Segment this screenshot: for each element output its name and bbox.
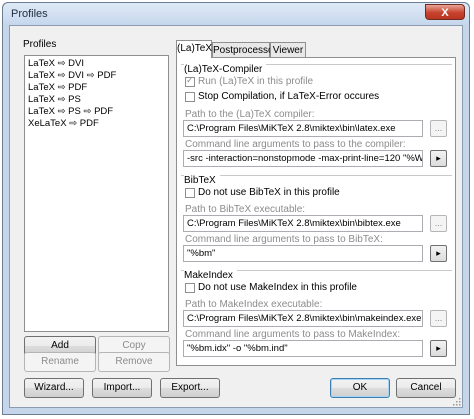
bibtex-path-label: Path to BibTeX executable: [185, 204, 306, 215]
run-latex-label: Run (La)TeX in this profile [198, 76, 314, 87]
latex-path-label: Path to the (La)TeX compiler: [185, 109, 315, 120]
makeindex-group: MakeIndex [181, 270, 452, 281]
latex-compiler-group: (La)TeX-Compiler [181, 64, 452, 75]
wizard-button[interactable]: Wizard... [24, 378, 84, 398]
list-item[interactable]: LaTeX ⇨ DVI ⇨ PDF [28, 70, 116, 81]
makeindex-path-label: Path to MakeIndex executable: [185, 299, 323, 310]
makeindex-browse-button[interactable]: ... [430, 310, 447, 327]
profiles-list[interactable]: LaTeX ⇨ DVI LaTeX ⇨ DVI ⇨ PDF LaTeX ⇨ PD… [24, 55, 169, 332]
latex-args-label: Command line arguments to pass to the co… [185, 139, 406, 150]
list-item[interactable]: LaTeX ⇨ PS ⇨ PDF [28, 106, 113, 117]
makeindex-path-field[interactable]: C:\Program Files\MiKTeX 2.8\miktex\bin\m… [183, 310, 423, 327]
stop-compilation-checkbox[interactable] [185, 92, 195, 102]
import-button[interactable]: Import... [92, 378, 152, 398]
bibtex-group: BibTeX [181, 175, 452, 186]
dialog-body: Profiles LaTeX ⇨ DVI LaTeX ⇨ DVI ⇨ PDF L… [9, 25, 463, 408]
window-title: Profiles [11, 8, 48, 20]
remove-button[interactable]: Remove [98, 352, 170, 372]
close-button[interactable]: X [425, 4, 465, 20]
latex-args-field[interactable]: -src -interaction=nonstopmode -max-print… [183, 150, 423, 167]
latex-args-menu-button[interactable]: ▸ [430, 150, 447, 167]
run-latex-checkbox[interactable] [185, 75, 195, 87]
makeindex-args-menu-button[interactable]: ▸ [430, 340, 447, 357]
no-bibtex-label: Do not use BibTeX in this profile [198, 187, 340, 198]
resize-grip-icon[interactable] [451, 396, 461, 406]
ok-button[interactable]: OK [330, 378, 390, 398]
group-title: MakeIndex [184, 270, 237, 281]
bibtex-browse-button[interactable]: ... [430, 215, 447, 232]
list-item[interactable]: XeLaTeX ⇨ PDF [28, 118, 99, 129]
no-bibtex-checkbox[interactable] [185, 188, 195, 198]
no-makeindex-checkbox[interactable] [185, 283, 195, 293]
bibtex-path-field[interactable]: C:\Program Files\MiKTeX 2.8\miktex\bin\b… [183, 215, 423, 232]
makeindex-args-field[interactable]: "%bm.idx" -o "%bm.ind" [183, 340, 423, 357]
title-bar[interactable]: Profiles X [3, 3, 469, 25]
bibtex-args-field[interactable]: "%bm" [183, 245, 423, 262]
group-title: (La)TeX-Compiler [184, 64, 267, 75]
tab-latex[interactable]: (La)TeX [176, 40, 212, 58]
bibtex-args-menu-button[interactable]: ▸ [430, 245, 447, 262]
tab-postprocessor[interactable]: Postprocessor [212, 42, 277, 58]
profiles-label: Profiles [23, 39, 57, 50]
no-makeindex-label: Do not use MakeIndex in this profile [198, 282, 357, 293]
latex-path-field[interactable]: C:\Program Files\MiKTeX 2.8\miktex\bin\l… [183, 120, 423, 137]
tab-viewer[interactable]: Viewer [270, 42, 306, 58]
cancel-button[interactable]: Cancel [396, 378, 456, 398]
list-item[interactable]: LaTeX ⇨ PS [28, 94, 81, 105]
group-title: BibTeX [184, 175, 220, 186]
export-button[interactable]: Export... [160, 378, 220, 398]
makeindex-args-label: Command line arguments to pass to MakeIn… [185, 329, 401, 340]
profiles-window: Profiles X Profiles LaTeX ⇨ DVI LaTeX ⇨ … [2, 2, 470, 415]
bibtex-args-label: Command line arguments to pass to BibTeX… [185, 234, 383, 245]
list-item[interactable]: LaTeX ⇨ DVI [28, 58, 84, 69]
rename-button[interactable]: Rename [24, 352, 96, 372]
latex-browse-button[interactable]: ... [430, 120, 447, 137]
stop-compilation-label: Stop Compilation, if LaTeX-Error occures [198, 91, 380, 102]
list-item[interactable]: LaTeX ⇨ PDF [28, 82, 87, 93]
latex-tab-panel: (La)TeX-Compiler Run (La)TeX in this pro… [176, 57, 456, 366]
